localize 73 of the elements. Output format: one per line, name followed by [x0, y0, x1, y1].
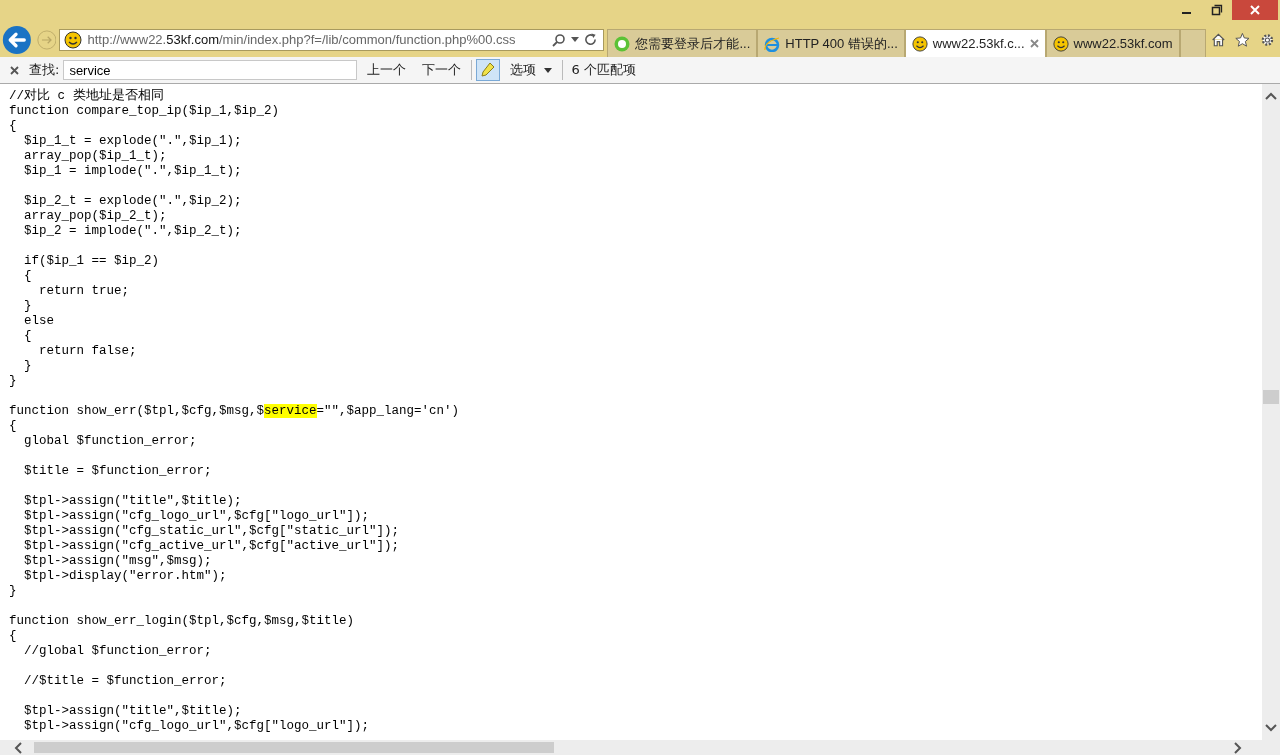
- restore-icon[interactable]: [1211, 4, 1223, 16]
- caret-icon: [544, 67, 553, 73]
- scroll-down-icon[interactable]: [1265, 724, 1277, 732]
- code-line: {: [23, 269, 32, 283]
- code-line: $tpl->assign("cfg_static_url",$cfg["static_url"]);: [23, 524, 400, 538]
- browser-logo-icon: [764, 35, 781, 52]
- browser-tab[interactable]: www22.53kf.c...: [904, 29, 1046, 57]
- code-line: {: [9, 419, 17, 433]
- scroll-thumb[interactable]: [34, 742, 554, 753]
- next-button[interactable]: 下一个: [416, 61, 468, 79]
- address-field[interactable]: http://www22.53kf.com/min/index.php?f=/lib/common/function.php%00.css: [59, 28, 605, 51]
- close-icon: [1249, 4, 1261, 16]
- browser-tab[interactable]: 您需要登录后才能...: [607, 29, 758, 57]
- code-line: global $function_error;: [23, 434, 197, 448]
- close-button[interactable]: [1232, 0, 1278, 20]
- code-line: }: [23, 299, 32, 313]
- star-icon[interactable]: [1235, 30, 1251, 49]
- code-line: $tpl->assign("cfg_logo_url",$cfg["logo_url"]);: [23, 719, 370, 733]
- highlight-toggle[interactable]: [476, 59, 501, 81]
- code-line: function compare_top_ip($ip_1,$ip_2): [9, 104, 280, 118]
- code-line: $tpl->assign("msg",$msg);: [23, 554, 212, 568]
- code-line: $tpl->assign("title",$title);: [23, 704, 242, 718]
- vertical-scrollbar[interactable]: [1262, 84, 1280, 740]
- code-line: }: [9, 584, 17, 598]
- code-line: array_pop($ip_2_t);: [23, 209, 167, 223]
- code-line: //对比 c 类地址是否相同: [9, 89, 164, 103]
- options-dropdown[interactable]: 选项: [504, 61, 559, 79]
- code-line: {: [23, 329, 32, 343]
- close-tab-icon[interactable]: [1029, 39, 1039, 48]
- code-line: //$title = $function_error;: [23, 674, 227, 688]
- horizontal-scrollbar[interactable]: [0, 740, 1280, 755]
- url-text: http://www22.53kf.com/min/index.php?f=/lib/common/function.php%00.css: [87, 32, 517, 47]
- scroll-right-icon[interactable]: [1234, 741, 1242, 754]
- code-line: if($ip_1 == $ip_2): [23, 254, 160, 268]
- code-line: $ip_1 = implode(".",$ip_1_t);: [23, 164, 242, 178]
- search-icon[interactable]: [552, 32, 567, 47]
- code-line: $tpl->display("error.htm");: [23, 569, 227, 583]
- code-line: $title = $function_error;: [23, 464, 212, 478]
- match-count: 6 个匹配项: [571, 61, 636, 79]
- code-line: $ip_2_t = explode(".",$ip_2);: [23, 194, 242, 208]
- site-icon: [614, 35, 631, 52]
- code-line: }: [23, 359, 32, 373]
- code-line: $tpl->assign("cfg_active_url",$cfg["active_url"]);: [23, 539, 400, 553]
- code-line: $ip_2 = implode(".",$ip_2_t);: [23, 224, 242, 238]
- code-line: $ip_1_t = explode(".",$ip_1);: [23, 134, 242, 148]
- code-line: {: [9, 629, 17, 643]
- refresh-icon[interactable]: [584, 33, 598, 46]
- find-field[interactable]: service: [63, 60, 358, 80]
- browser-tab[interactable]: HTTP 400 错误的...: [757, 29, 905, 57]
- code-line: else: [23, 314, 54, 328]
- smiley-icon: [64, 30, 83, 49]
- code-line: return true;: [38, 284, 130, 298]
- code-line: return false;: [38, 344, 137, 358]
- code-line: }: [9, 374, 17, 388]
- scroll-thumb[interactable]: [1263, 390, 1279, 404]
- code-line: {: [9, 119, 17, 133]
- scroll-up-icon[interactable]: [1265, 92, 1277, 100]
- close-icon[interactable]: [10, 65, 19, 75]
- code-line: //global $function_error;: [23, 644, 212, 658]
- smiley-icon: [911, 35, 928, 52]
- smiley-icon: [1052, 35, 1069, 52]
- code-line: function show_err_login($tpl,$cfg,$msg,$title): [9, 614, 355, 628]
- scroll-left-icon[interactable]: [14, 741, 22, 754]
- home-icon[interactable]: [1210, 30, 1226, 49]
- find-label: 查找:: [29, 61, 60, 79]
- code-line: function show_err($tpl,$cfg,$msg,$service="",$app_lang='cn'): [9, 404, 460, 418]
- previous-button[interactable]: 上一个: [361, 61, 413, 79]
- code-line: array_pop($ip_1_t);: [23, 149, 167, 163]
- code-line: $tpl->assign("title",$title);: [23, 494, 242, 508]
- browser-tab[interactable]: www22.53kf.com: [1045, 29, 1180, 57]
- dropdown-caret-icon[interactable]: [571, 37, 580, 42]
- highlighter-icon: [480, 61, 497, 79]
- code-line: $tpl->assign("cfg_logo_url",$cfg["logo_url"]);: [23, 509, 370, 523]
